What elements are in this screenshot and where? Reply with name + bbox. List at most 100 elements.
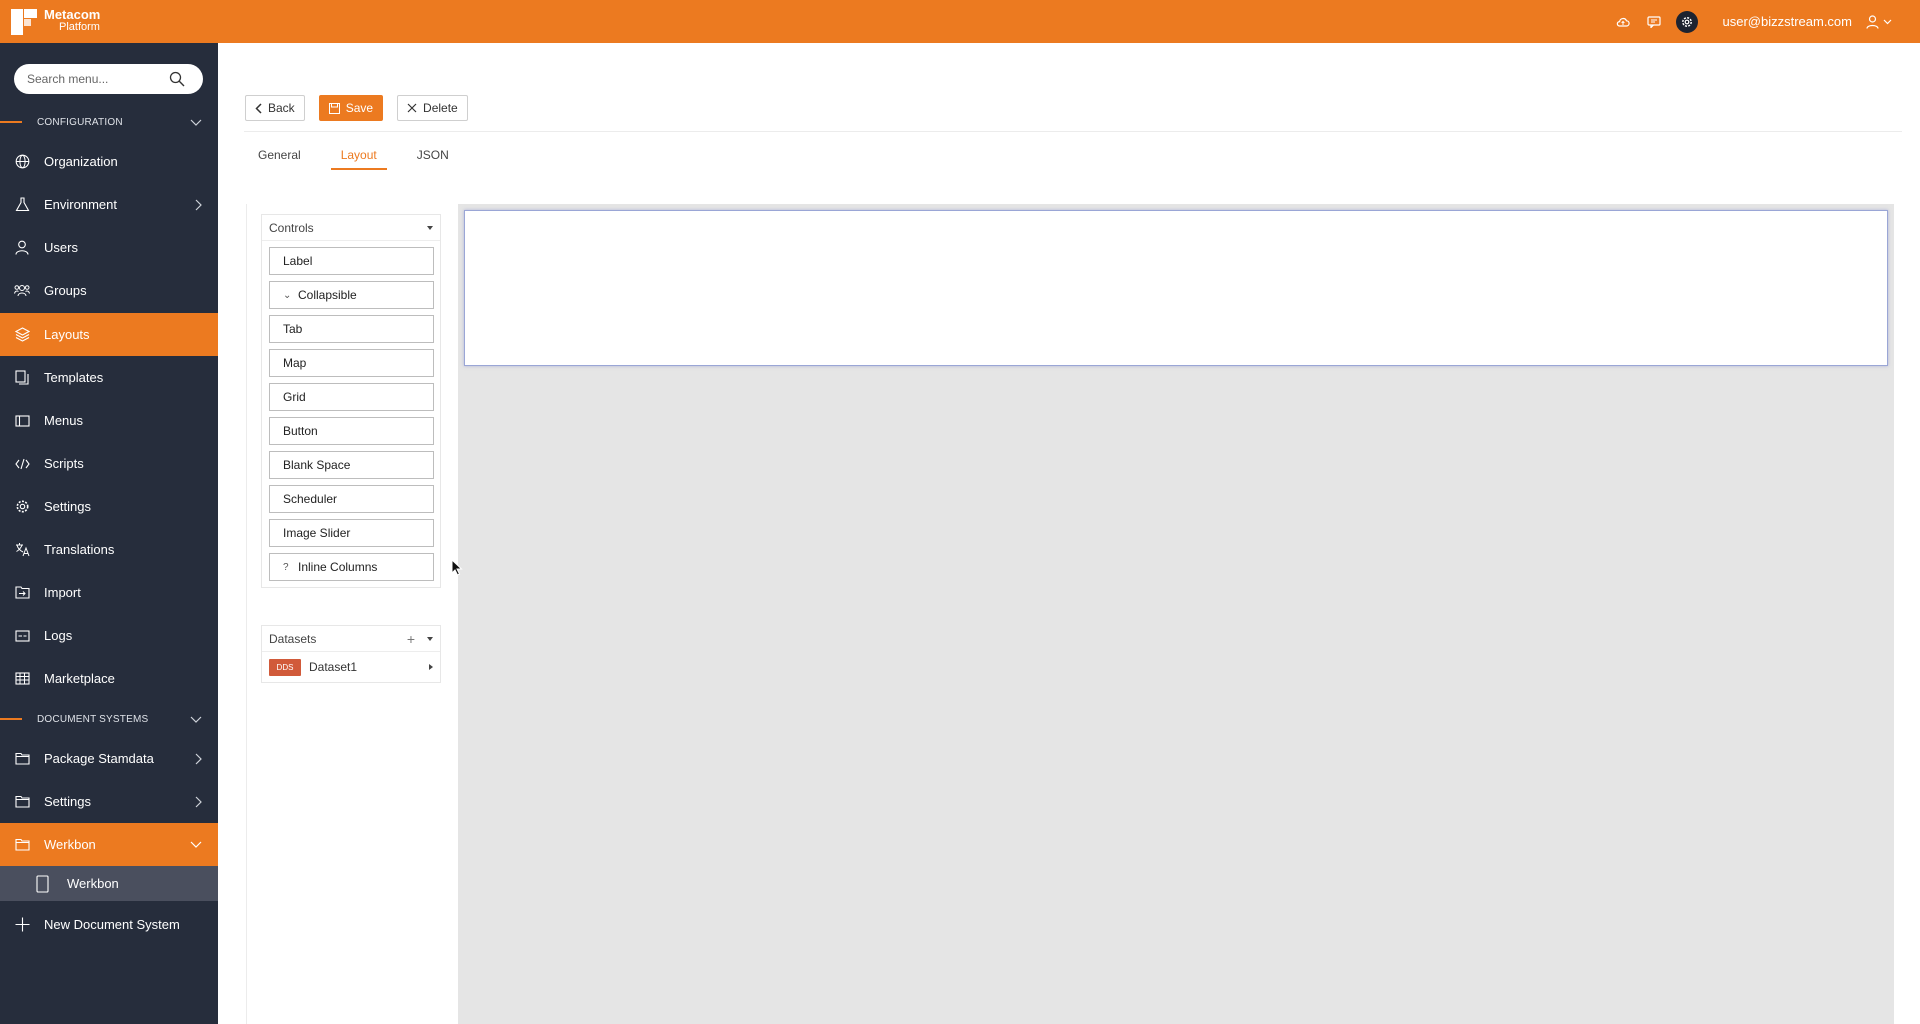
dataset-row[interactable]: DDS Dataset1 xyxy=(262,652,440,682)
sidebar-item-label: Marketplace xyxy=(44,671,115,686)
sidebar: CONFIGURATION Organization Environment U… xyxy=(0,43,218,1024)
control-image-slider[interactable]: Image Slider xyxy=(269,519,434,547)
chevron-down-icon[interactable] xyxy=(190,716,202,723)
control-blank-space[interactable]: Blank Space xyxy=(269,451,434,479)
sidebar-item-package-stamdata[interactable]: Package Stamdata xyxy=(0,737,218,780)
sidebar-item-label: Scripts xyxy=(44,456,84,471)
chevron-right-icon[interactable] xyxy=(195,199,202,211)
controls-header[interactable]: Controls xyxy=(262,215,440,241)
caret-right-icon[interactable] xyxy=(429,664,433,670)
user-menu-button[interactable] xyxy=(1866,14,1892,29)
chat-icon[interactable] xyxy=(1645,13,1663,31)
section-document-systems[interactable]: DOCUMENT SYSTEMS xyxy=(0,706,218,732)
plus-icon xyxy=(14,917,30,933)
control-item-label: Tab xyxy=(283,322,303,336)
control-inline-columns[interactable]: ? Inline Columns xyxy=(269,553,434,581)
sidebar-item-label: Layouts xyxy=(44,327,90,342)
caret-down-icon[interactable] xyxy=(427,225,433,230)
sidebar-item-label: Settings xyxy=(44,794,91,809)
chevron-down-icon xyxy=(1883,19,1892,24)
control-button[interactable]: Button xyxy=(269,417,434,445)
gear-icon xyxy=(14,499,30,515)
control-tab[interactable]: Tab xyxy=(269,315,434,343)
control-label[interactable]: Label xyxy=(269,247,434,275)
sidebar-item-label: Werkbon xyxy=(67,876,119,891)
sidebar-item-label: Logs xyxy=(44,628,73,643)
sidebar-item-scripts[interactable]: Scripts xyxy=(0,442,218,485)
sidebar-subitem-werkbon[interactable]: Werkbon xyxy=(0,866,218,901)
save-button[interactable]: Save xyxy=(318,95,384,121)
datasets-header[interactable]: Datasets + xyxy=(262,626,440,652)
sidebar-item-label: Organization xyxy=(44,154,118,169)
sidebar-item-label: Environment xyxy=(44,197,117,212)
dataset-badge: DDS xyxy=(269,658,301,676)
new-document-system-button[interactable]: New Document System xyxy=(0,903,218,946)
toolbar: Back Save Delete xyxy=(245,95,468,121)
control-item-label: Collapsible xyxy=(298,288,357,302)
search-input[interactable] xyxy=(27,64,167,94)
flask-icon xyxy=(14,197,30,213)
divider xyxy=(244,131,1902,132)
control-scheduler[interactable]: Scheduler xyxy=(269,485,434,513)
import-icon xyxy=(14,585,30,601)
sidebar-item-translations[interactable]: Translations xyxy=(0,528,218,571)
sidebar-item-menus[interactable]: Menus xyxy=(0,399,218,442)
sidebar-item-label: Groups xyxy=(44,283,87,298)
gear-icon[interactable] xyxy=(1676,10,1699,33)
chevron-left-icon xyxy=(255,102,262,114)
sidebar-item-environment[interactable]: Environment xyxy=(0,183,218,226)
sidebar-item-label: Menus xyxy=(44,413,84,428)
main-content: Back Save Delete General Layout JSON Con… xyxy=(218,43,1920,1024)
control-collapsible[interactable]: ⌄ Collapsible xyxy=(269,281,434,309)
builder-sidebar: Controls Label ⌄ Collapsible Tab Map Grid… xyxy=(246,204,458,1024)
section-configuration[interactable]: CONFIGURATION xyxy=(0,109,218,135)
tab-general[interactable]: General xyxy=(244,141,315,170)
sidebar-item-settings[interactable]: Settings xyxy=(0,485,218,528)
sidebar-item-marketplace[interactable]: Marketplace xyxy=(0,657,218,700)
tab-json[interactable]: JSON xyxy=(403,141,463,170)
delete-button[interactable]: Delete xyxy=(397,95,468,121)
sidebar-item-users[interactable]: Users xyxy=(0,226,218,269)
caret-down-icon[interactable] xyxy=(427,636,433,641)
tab-layout[interactable]: Layout xyxy=(327,141,391,170)
chevron-right-icon[interactable] xyxy=(195,796,202,808)
sidebar-item-settings-doc[interactable]: Settings xyxy=(0,780,218,823)
control-map[interactable]: Map xyxy=(269,349,434,377)
folder-icon xyxy=(14,794,30,810)
user-email[interactable]: user@bizzstream.com xyxy=(1722,14,1852,29)
control-item-label: Image Slider xyxy=(283,526,351,540)
chevron-right-icon[interactable] xyxy=(195,753,202,765)
sidebar-item-import[interactable]: Import xyxy=(0,571,218,614)
layers-icon xyxy=(14,327,30,343)
translate-icon xyxy=(14,542,30,558)
metacom-logo[interactable] xyxy=(11,9,37,35)
search-icon[interactable] xyxy=(169,71,185,92)
logs-icon xyxy=(14,628,30,644)
layout-canvas[interactable] xyxy=(458,204,1894,1024)
control-item-label: Inline Columns xyxy=(298,560,378,574)
question-icon: ? xyxy=(283,561,289,573)
datasets-title: Datasets xyxy=(269,631,317,646)
chevron-down-icon[interactable] xyxy=(190,119,202,126)
sidebar-item-layouts[interactable]: Layouts xyxy=(0,313,218,356)
section-title: DOCUMENT SYSTEMS xyxy=(37,713,149,725)
sidebar-item-label: Import xyxy=(44,585,81,600)
sidebar-item-organization[interactable]: Organization xyxy=(0,140,218,183)
grid-icon xyxy=(14,671,30,687)
add-dataset-icon[interactable]: + xyxy=(407,631,415,647)
cloud-icon[interactable] xyxy=(1614,13,1632,31)
back-button[interactable]: Back xyxy=(245,95,305,121)
folder-icon xyxy=(14,751,30,767)
brand: Metacom Platform xyxy=(44,8,100,34)
sidebar-item-templates[interactable]: Templates xyxy=(0,356,218,399)
chevron-down-icon[interactable] xyxy=(190,841,202,848)
search-box[interactable] xyxy=(14,64,203,94)
copy-icon xyxy=(14,370,30,386)
sidebar-item-logs[interactable]: Logs xyxy=(0,614,218,657)
sidebar-item-groups[interactable]: Groups xyxy=(0,269,218,312)
sidebar-item-label: Users xyxy=(44,240,78,255)
layout-drop-zone[interactable] xyxy=(464,210,1888,366)
menu-icon xyxy=(14,413,30,429)
control-grid[interactable]: Grid xyxy=(269,383,434,411)
sidebar-item-werkbon[interactable]: Werkbon xyxy=(0,823,218,866)
